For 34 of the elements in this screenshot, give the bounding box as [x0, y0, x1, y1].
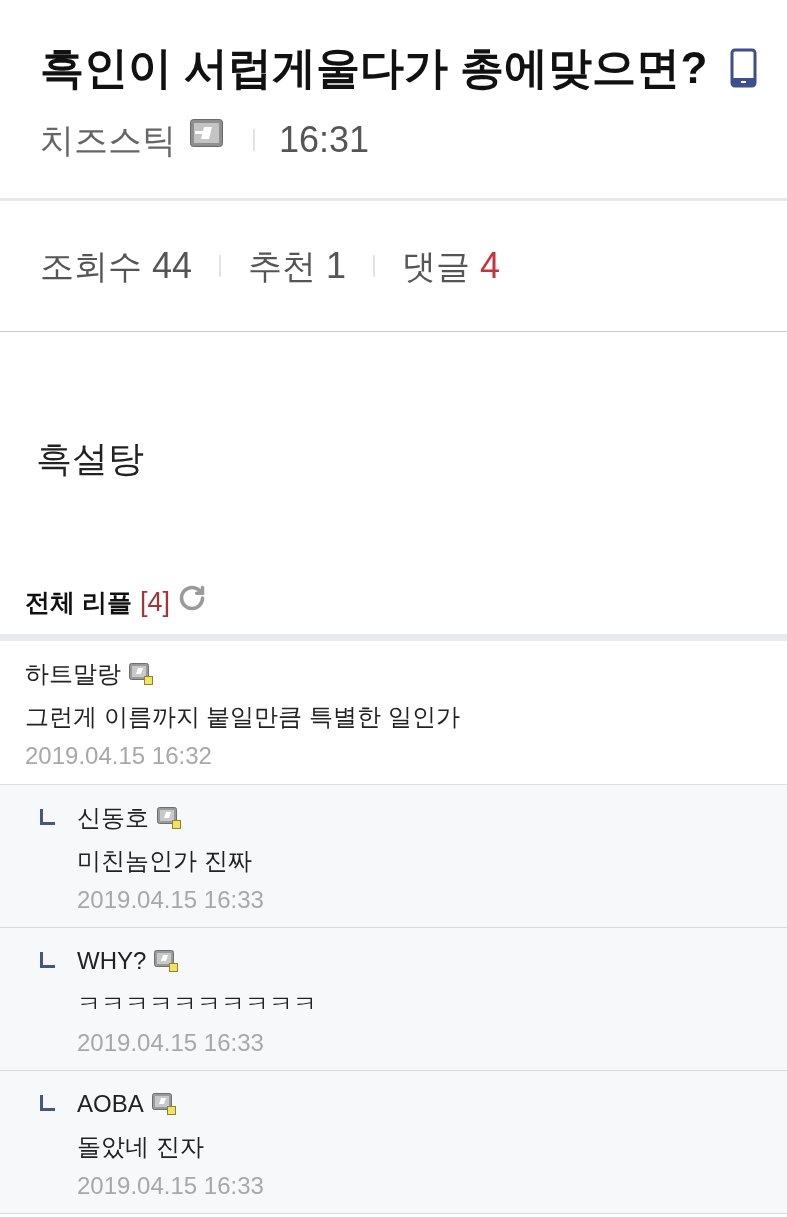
- comment-author[interactable]: 신동호: [77, 802, 149, 834]
- member-badge-icon: [157, 807, 181, 829]
- comment-date: 2019.04.15 16:33: [77, 885, 264, 915]
- stat-value: 1: [326, 244, 347, 288]
- member-badge-icon: [151, 1093, 176, 1115]
- comment-date: 2019.04.15 16:33: [77, 1028, 264, 1058]
- reply-indent-icon: [40, 809, 55, 825]
- member-badge-icon: [129, 663, 153, 685]
- member-badge-icon: [190, 119, 223, 147]
- stat-label: 조회수: [40, 246, 142, 287]
- comment-text: 돌았네 진자: [77, 1132, 204, 1162]
- phone-icon: [730, 48, 757, 88]
- post-time: 16:31: [279, 120, 370, 160]
- post-title: 흑인이 서럽게울다가 총에맞으면?: [40, 42, 708, 94]
- comment-author[interactable]: 하트말랑: [25, 658, 121, 690]
- comment-author[interactable]: AOBA: [77, 1088, 144, 1120]
- comment-date: 2019.04.15 16:33: [77, 1171, 264, 1201]
- stat-label: 추천: [248, 246, 317, 287]
- comment-author[interactable]: WHY?: [77, 945, 147, 977]
- comment-date: 2019.04.15 16:32: [25, 741, 212, 771]
- post-author[interactable]: 치즈스틱: [40, 120, 176, 160]
- reply-indent-icon: [40, 952, 55, 968]
- stat-label: 댓글: [402, 246, 471, 287]
- post-body: 흑설탕: [36, 437, 144, 481]
- comment-text: 미친놈인가 진짜: [77, 846, 252, 876]
- member-badge-icon: [154, 950, 179, 972]
- reply-indent-icon: [40, 1095, 55, 1111]
- comment-text: 그런게 이름까지 붙일만큼 특별한 일인가: [25, 702, 460, 732]
- stat-value: 4: [480, 244, 501, 288]
- comments-title: 전체 리플: [25, 587, 132, 618]
- stat-value: 44: [152, 244, 193, 288]
- comment-text: ㅋㅋㅋㅋㅋㅋㅋㅋㅋㅋ: [77, 989, 317, 1019]
- comments-count: [4]: [139, 586, 170, 619]
- refresh-icon[interactable]: [178, 584, 206, 612]
